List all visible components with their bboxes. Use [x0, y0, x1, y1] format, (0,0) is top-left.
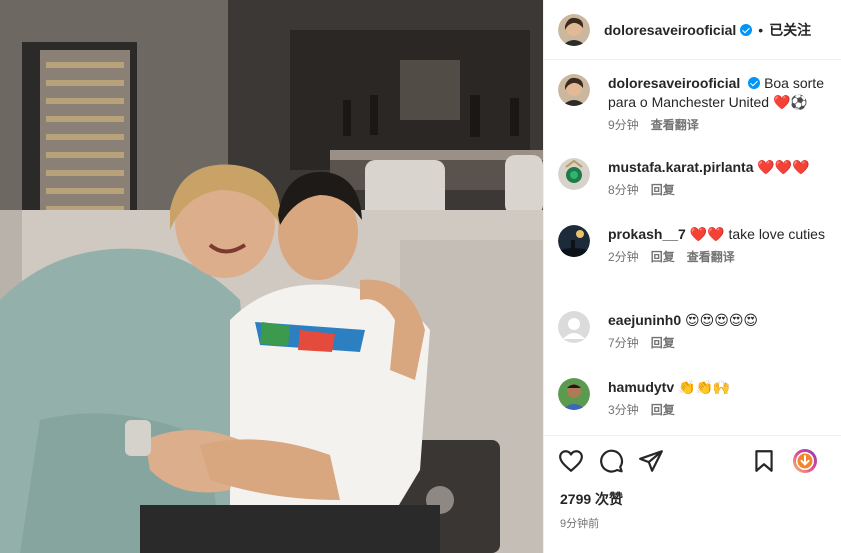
- comment-item: hamudytv 👏👏🙌 3分钟 回复: [558, 378, 831, 420]
- verified-badge-icon: [740, 23, 753, 36]
- avatar-image: [558, 74, 590, 106]
- comment-item: prokash__7 ❤️❤️ take love cuties 2分钟 回复 …: [558, 225, 831, 267]
- reel-badge-icon[interactable]: [792, 448, 818, 474]
- comment-item: eaejuninh0 😍😍😍😍😍 7分钟 回复: [558, 311, 831, 353]
- comment-time[interactable]: 3分钟: [608, 401, 639, 420]
- separator-dot: •: [758, 21, 764, 38]
- author-avatar[interactable]: [558, 74, 590, 106]
- comment-time[interactable]: 7分钟: [608, 334, 639, 353]
- avatar-image: [558, 225, 590, 257]
- see-translation-button[interactable]: 查看翻译: [687, 248, 735, 267]
- author-avatar[interactable]: [558, 13, 590, 46]
- comment-text: ❤️❤️❤️: [757, 159, 810, 175]
- comment-username[interactable]: doloresaveirooficial: [608, 75, 740, 91]
- author-username[interactable]: doloresaveirooficial: [604, 22, 736, 38]
- avatar-image: [558, 378, 590, 410]
- see-translation-button[interactable]: 查看翻译: [651, 116, 699, 135]
- heart-outline-icon[interactable]: [558, 448, 584, 474]
- post-header: doloresaveirooficial • 已关注: [544, 0, 841, 60]
- paper-plane-icon[interactable]: [638, 448, 664, 474]
- reply-button[interactable]: 回复: [651, 401, 675, 420]
- comment-username[interactable]: mustafa.karat.pirlanta: [608, 159, 754, 175]
- commenter-avatar[interactable]: [558, 378, 590, 410]
- commenter-avatar[interactable]: [558, 158, 590, 190]
- reply-button[interactable]: 回复: [651, 334, 675, 353]
- comment-bubble-icon[interactable]: [598, 448, 624, 474]
- caption-item: doloresaveirooficial Boa sorte para o Ma…: [558, 74, 831, 135]
- bookmark-icon[interactable]: [751, 448, 777, 474]
- reply-button[interactable]: 回复: [651, 248, 675, 267]
- photo-illustration: [0, 0, 543, 553]
- post-photo[interactable]: [0, 0, 543, 553]
- commenter-avatar[interactable]: [558, 225, 590, 257]
- comment-time[interactable]: 9分钟: [608, 116, 639, 135]
- comment-username[interactable]: prokash__7: [608, 226, 686, 242]
- comment-item: mustafa.karat.pirlanta ❤️❤️❤️ 8分钟 回复: [558, 158, 831, 200]
- avatar-image: [558, 13, 590, 46]
- comment-time[interactable]: 2分钟: [608, 248, 639, 267]
- comment-text: 👏👏🙌: [678, 379, 731, 395]
- follow-status-button[interactable]: 已关注: [769, 20, 811, 40]
- avatar-image: [558, 158, 590, 190]
- comment-text: ❤️❤️ take love cuties: [689, 226, 825, 242]
- post-timestamp[interactable]: 9分钟前: [560, 515, 599, 531]
- verified-badge-icon: [748, 77, 761, 89]
- comment-username[interactable]: hamudytv: [608, 379, 674, 395]
- comment-time[interactable]: 8分钟: [608, 181, 639, 200]
- action-bar: [544, 435, 841, 485]
- avatar-image: [558, 311, 590, 343]
- comment-username[interactable]: eaejuninh0: [608, 312, 681, 328]
- post-detail-panel: doloresaveirooficial • 已关注 doloresaveiro…: [543, 0, 841, 553]
- comments-list[interactable]: doloresaveirooficial Boa sorte para o Ma…: [544, 61, 841, 434]
- comment-text: 😍😍😍😍😍: [685, 312, 759, 328]
- commenter-avatar[interactable]: [558, 311, 590, 343]
- reply-button[interactable]: 回复: [651, 181, 675, 200]
- like-count[interactable]: 2799 次赞: [560, 489, 623, 509]
